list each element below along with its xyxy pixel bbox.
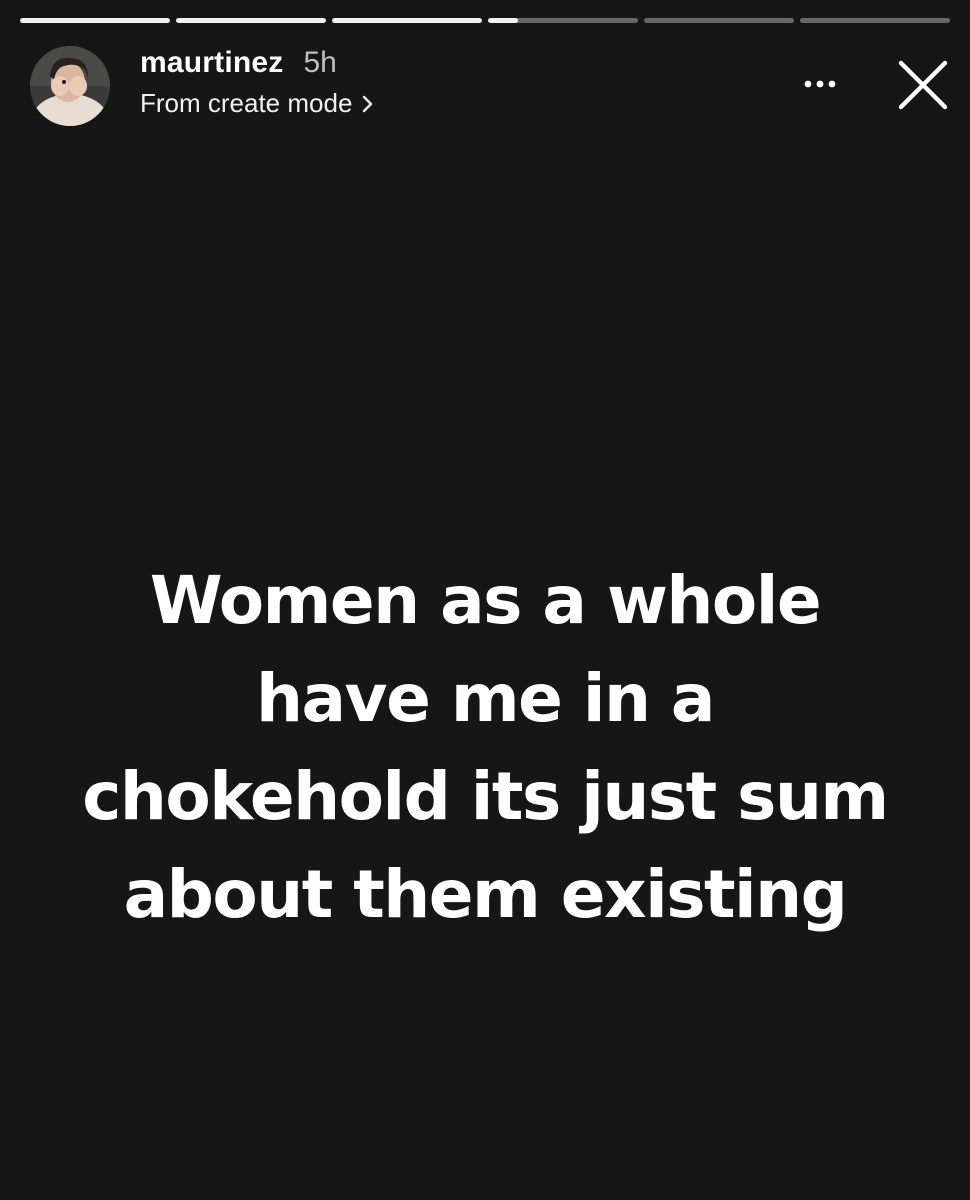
- story-meta: maurtinez 5h From create mode: [140, 46, 374, 119]
- story-viewer[interactable]: maurtinez 5h From create mode Women as a…: [0, 0, 970, 1200]
- meta-row: maurtinez 5h: [140, 46, 374, 86]
- more-horizontal-icon: [804, 80, 836, 88]
- create-mode-link[interactable]: From create mode: [140, 88, 374, 119]
- progress-segment: [488, 18, 638, 23]
- progress-segment: [332, 18, 482, 23]
- progress-segment: [176, 18, 326, 23]
- close-icon: [898, 60, 948, 110]
- username[interactable]: maurtinez: [140, 46, 284, 80]
- story-text: Women as a whole have me in a chokehold …: [82, 562, 889, 933]
- story-header: maurtinez 5h From create mode: [30, 44, 950, 126]
- post-time: 5h: [303, 46, 337, 79]
- close-button[interactable]: [896, 58, 950, 112]
- progress-segment: [644, 18, 794, 23]
- avatar-photo: [30, 46, 110, 126]
- more-options-button[interactable]: [798, 66, 842, 102]
- create-mode-label: From create mode: [140, 88, 353, 118]
- avatar[interactable]: [30, 46, 110, 126]
- story-progress-bar: [20, 18, 950, 23]
- progress-segment: [20, 18, 170, 23]
- chevron-right-icon: [363, 95, 373, 112]
- progress-segment: [800, 18, 950, 23]
